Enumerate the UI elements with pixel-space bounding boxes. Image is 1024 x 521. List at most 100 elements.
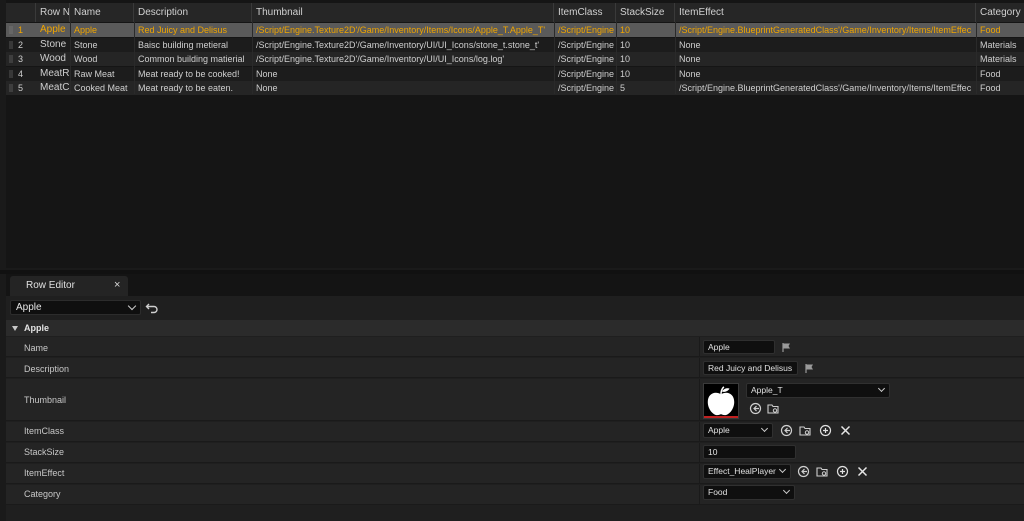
table-row[interactable]: 1 Apple Apple Red Juicy and Delisus/Script/… <box>6 23 1024 37</box>
table-row[interactable]: 4 MeatR Raw Meat Meat ready to be cooked! No… <box>6 66 1024 81</box>
category-dropdown[interactable]: Food <box>703 485 795 500</box>
cell-description: Common building matierial <box>138 54 245 64</box>
drag-handle-icon[interactable] <box>9 69 13 78</box>
asset-type-bar <box>704 416 738 418</box>
header-category[interactable]: Category <box>976 3 1024 22</box>
cell-stacksize: 10 <box>620 25 631 35</box>
cell-category: Materials <box>980 39 1017 50</box>
header-index[interactable] <box>6 3 36 22</box>
tab-row-editor[interactable]: Row Editor × <box>10 276 128 296</box>
thumbnail-value: Apple_T <box>751 385 783 395</box>
cell-row-name: Stone <box>40 38 67 50</box>
chevron-down-icon <box>778 465 787 474</box>
data-table: Row Na Name Description Thumbnail ItemCl… <box>6 0 1024 268</box>
cell-thumbnail: /Script/Engine.Texture2D'/Game/Inventory… <box>256 54 505 64</box>
row-selector-dropdown[interactable]: Apple <box>10 300 141 315</box>
cell-category: Food <box>980 68 1001 79</box>
table-header: Row Na Name Description Thumbnail ItemCl… <box>6 3 1024 22</box>
name-field[interactable]: Apple <box>703 340 775 354</box>
drag-handle-icon[interactable] <box>9 40 13 49</box>
cell-description: Meat ready to be eaten. <box>138 83 234 93</box>
clear-icon[interactable] <box>839 424 852 437</box>
property-label: Thumbnail <box>24 395 67 405</box>
stacksize-field[interactable]: 10 <box>703 445 796 459</box>
cell-itemeffect: None <box>679 39 701 50</box>
property-row-stacksize: StackSize <box>6 443 1024 463</box>
close-icon[interactable]: × <box>114 279 120 291</box>
table-row[interactable]: 3 Wood Wood Common building matierial/Scrip… <box>6 52 1024 66</box>
chevron-down-icon <box>127 301 137 311</box>
itemclass-value: Apple <box>708 425 730 435</box>
collapse-arrow-icon[interactable] <box>12 326 18 331</box>
description-field[interactable]: Red Juicy and Delisus <box>703 361 798 375</box>
cell-row-name: MeatR <box>40 67 70 79</box>
cell-thumbnail: None <box>256 83 278 93</box>
cell-itemclass: /Script/Engine <box>558 68 615 79</box>
itemeffect-value: Effect_HealPlayer <box>708 466 776 476</box>
cell-itemclass: /Script/Engine <box>558 83 615 93</box>
property-row-description: Description <box>6 358 1024 378</box>
header-row-name[interactable]: Row Na <box>36 3 70 22</box>
drag-handle-icon[interactable] <box>9 84 13 92</box>
add-icon[interactable] <box>819 424 832 437</box>
row-editor-panel: Apple Apple Name Apple Description Red J… <box>6 296 1024 521</box>
property-label: StackSize <box>24 447 65 457</box>
drag-handle-icon[interactable] <box>9 26 13 34</box>
cell-category: Materials <box>980 54 1017 64</box>
cell-stacksize: 10 <box>620 54 631 64</box>
cell-stacksize: 10 <box>620 39 631 50</box>
cell-itemclass: /Script/Engine <box>558 54 615 64</box>
browse-folder-icon[interactable] <box>816 465 829 478</box>
table-row[interactable]: 5 MeatC Cooked Meat Meat ready to be eaten.… <box>6 81 1024 95</box>
header-itemclass[interactable]: ItemClass <box>554 3 616 22</box>
cell-thumbnail: /Script/Engine.Texture2D'/Game/Inventory… <box>256 25 546 35</box>
thumbnail-dropdown[interactable]: Apple_T <box>746 383 890 398</box>
browse-folder-icon[interactable] <box>767 402 780 415</box>
table-row[interactable]: 2 Stone Stone Baisc building metieral/Scrip… <box>6 37 1024 52</box>
itemclass-dropdown[interactable]: Apple <box>703 423 773 438</box>
cell-name: Stone <box>74 39 98 50</box>
add-icon[interactable] <box>836 465 849 478</box>
cell-description: Red Juicy and Delisus <box>138 25 228 35</box>
cell-name: Wood <box>74 54 98 64</box>
chevron-down-icon <box>760 424 769 433</box>
flag-icon[interactable] <box>781 342 792 353</box>
property-row-itemclass: ItemClass <box>6 422 1024 442</box>
header-thumbnail[interactable]: Thumbnail <box>252 3 554 22</box>
tab-bar: Row Editor × <box>6 274 1024 296</box>
property-label: Category <box>24 489 61 499</box>
header-description[interactable]: Description <box>134 3 252 22</box>
cell-row-name: Wood <box>40 53 66 64</box>
itemeffect-dropdown[interactable]: Effect_HealPlayer <box>703 464 791 479</box>
section-header[interactable]: Apple <box>6 320 1024 336</box>
cell-row-name: Apple <box>40 24 66 35</box>
browse-folder-icon[interactable] <box>799 424 812 437</box>
header-name[interactable]: Name <box>70 3 134 22</box>
thumbnail-preview[interactable] <box>703 383 739 419</box>
cell-name: Cooked Meat <box>74 83 128 93</box>
cell-itemeffect: None <box>679 68 701 79</box>
reset-arrow-icon[interactable] <box>145 300 159 314</box>
cell-row-name: MeatC <box>40 82 70 93</box>
cell-name: Raw Meat <box>74 68 115 79</box>
cell-index: 3 <box>18 54 24 64</box>
header-itemeffect[interactable]: ItemEffect <box>675 3 976 22</box>
clear-icon[interactable] <box>856 465 869 478</box>
cell-thumbnail: /Script/Engine.Texture2D'/Game/Inventory… <box>256 39 540 50</box>
cell-description: Baisc building metieral <box>138 39 229 50</box>
cell-description: Meat ready to be cooked! <box>138 68 240 79</box>
cell-index: 4 <box>18 68 24 79</box>
property-label: ItemClass <box>24 426 65 436</box>
property-label: Description <box>24 364 70 374</box>
use-selected-icon[interactable] <box>780 424 793 437</box>
row-selector-value: Apple <box>16 302 42 313</box>
cell-index: 2 <box>18 39 24 50</box>
use-selected-icon[interactable] <box>749 402 762 415</box>
header-stacksize[interactable]: StackSize <box>616 3 675 22</box>
drag-handle-icon[interactable] <box>9 55 13 63</box>
flag-icon[interactable] <box>804 363 815 374</box>
cell-category: Food <box>980 83 1001 93</box>
cell-stacksize: 5 <box>620 83 626 93</box>
category-value: Food <box>708 487 728 497</box>
use-selected-icon[interactable] <box>797 465 810 478</box>
